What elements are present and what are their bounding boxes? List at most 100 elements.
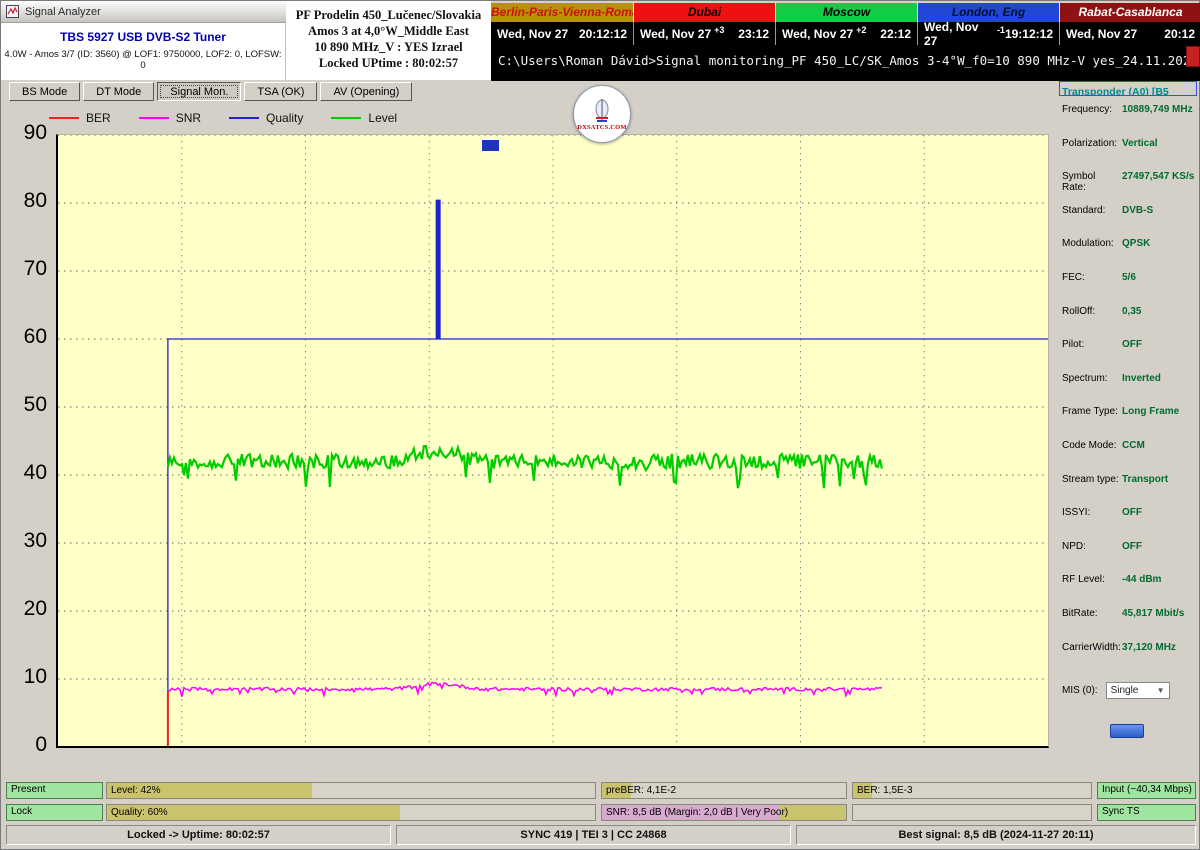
- transponder-row: Pilot: OFF: [1062, 339, 1142, 351]
- tab-bs-mode[interactable]: BS Mode: [9, 82, 81, 101]
- transponder-row: RollOff: 0,35: [1062, 305, 1142, 317]
- chevron-down-icon: ▼: [1156, 685, 1165, 695]
- legend-label: SNR: [175, 111, 202, 125]
- transponder-row: Stream type: Transport: [1062, 473, 1169, 485]
- y-axis: 90 80 70 60 50 40 30 20 10 0: [1, 121, 51, 759]
- level-bar-label: Level: 42%: [111, 785, 161, 796]
- preber-bar-label: preBER: 4,1E-2: [606, 785, 677, 796]
- transponder-rows: Frequency: 10889,749 MHz Polarization: Vert…: [1053, 101, 1200, 672]
- empty-bar: [852, 804, 1092, 821]
- y-axis-label: 30: [23, 529, 47, 552]
- tuner-name: TBS 5927 USB DVB-S2 Tuner: [60, 30, 226, 44]
- signal-chart: [56, 134, 1049, 748]
- y-axis-label: 80: [23, 189, 47, 212]
- clock-time-cell: Wed, Nov 27 20:12:12: [497, 26, 627, 41]
- snr-bar-label: SNR: 8,5 dB (Margin: 2,0 dB | Very Poor): [606, 807, 789, 818]
- signal-analyzer-window: { "window": { "title": "Signal Analyzer"…: [0, 0, 1200, 850]
- transponder-row: Frame Type: Long Frame: [1062, 406, 1180, 418]
- console-close-button[interactable]: [1186, 46, 1200, 67]
- transponder-row: Code Mode: CCM: [1062, 439, 1145, 451]
- legend-item-snr: SNR: [138, 111, 202, 125]
- world-clock-headers: Berlin-Paris-Vienna-Roma Dubai Moscow Londo…: [491, 3, 1200, 22]
- y-axis-label: 90: [23, 121, 47, 144]
- transponder-sidebar: Transponder (A0) [B5 Frequency: 10889,749…: [1053, 81, 1200, 776]
- transponder-row: Standard: DVB-S: [1062, 204, 1154, 216]
- site-line-2: Amos 3 at 4,0°W_Middle East: [308, 24, 469, 38]
- clock-time-cell: Wed, Nov 27 -1 19:12:12: [917, 20, 1059, 48]
- quality-line-swatch: [229, 117, 260, 119]
- tab-av-opening-[interactable]: AV (Opening): [320, 82, 413, 101]
- clock-city-header: Moscow: [775, 3, 917, 22]
- ber-bar: BER: 1,5E-3: [852, 782, 1092, 799]
- satellite-icon: [595, 98, 609, 122]
- statusbar-sync: SYNC 419 | TEI 3 | CC 24868: [396, 825, 791, 845]
- terminal-prompt[interactable]: C:\Users\Roman Dávid>Signal monitoring_P…: [491, 45, 1200, 81]
- transponder-row: BitRate: 45,817 Mbit/s: [1062, 607, 1185, 619]
- transponder-row: Polarization: Vertical: [1062, 137, 1158, 149]
- snr-line-swatch: [138, 117, 169, 119]
- ber-bar-label: BER: 1,5E-3: [857, 785, 913, 796]
- y-axis-label: 50: [23, 393, 47, 416]
- transponder-header[interactable]: Transponder (A0) [B5: [1059, 81, 1197, 96]
- site-line-3: 10 890 MHz_V : YES Izrael: [314, 40, 463, 54]
- legend-label: BER: [86, 111, 111, 125]
- legend-label: Level: [368, 111, 398, 125]
- legend-item-quality: Quality: [229, 111, 303, 125]
- chart-canvas: [58, 135, 1048, 746]
- clock-city-header: Dubai: [633, 3, 775, 22]
- ber-line-swatch: [49, 117, 79, 119]
- legend-label: Quality: [266, 111, 304, 125]
- sidebar-action-button[interactable]: [1110, 724, 1144, 739]
- snr-bar: SNR: 8,5 dB (Margin: 2,0 dB | Very Poor): [601, 804, 847, 821]
- lock-indicator: Lock: [6, 804, 103, 821]
- tab-signal-mon-[interactable]: Signal Mon.: [157, 82, 242, 101]
- site-line-1: PF Prodelin 450_Lučenec/Slovakia: [295, 8, 482, 22]
- y-axis-label: 60: [23, 325, 47, 348]
- quality-bar: Quality: 60%: [106, 804, 596, 821]
- dxsatcs-logo: DXSATCS.COM: [573, 85, 631, 143]
- clock-time-cell: Wed, Nov 27 20:12: [1059, 22, 1200, 45]
- y-axis-label: 70: [23, 257, 47, 280]
- transponder-row: Frequency: 10889,749 MHz: [1062, 104, 1193, 115]
- legend-item-ber: BER: [49, 111, 111, 125]
- window-title: Signal Analyzer: [25, 5, 101, 18]
- transponder-row: Spectrum: Inverted: [1062, 372, 1161, 384]
- logo-text: DXSATCS.COM: [577, 123, 627, 131]
- transponder-row: RF Level: -44 dBm: [1062, 574, 1162, 586]
- clock-time-cell: Wed, Nov 27 +3 23:12: [633, 22, 775, 45]
- input-indicator: Input (~40,34 Mbps): [1097, 782, 1196, 799]
- tuner-panel: TBS 5927 USB DVB-S2 Tuner 4.0W - Amos 3/…: [1, 23, 286, 80]
- statusbar-uptime: Locked -> Uptime: 80:02:57: [6, 825, 391, 845]
- mode-tabs: BS Mode DT Mode Signal Mon. TSA (OK) AV (Ope…: [9, 82, 413, 101]
- app-icon: [6, 5, 19, 18]
- y-axis-label: 0: [35, 733, 47, 756]
- syncts-indicator: Sync TS: [1097, 804, 1196, 821]
- preber-bar: preBER: 4,1E-2: [601, 782, 847, 799]
- console-panel: Wed, Nov 27 20:12:12 Wed, Nov 27 +3 23:12 Wed…: [491, 20, 1200, 81]
- world-clock-times: Wed, Nov 27 20:12:12 Wed, Nov 27 +3 23:12 Wed…: [491, 20, 1200, 48]
- legend-item-level: Level: [331, 111, 397, 125]
- transponder-row: Modulation: QPSK: [1062, 238, 1151, 250]
- y-axis-label: 10: [23, 665, 47, 688]
- transponder-row: NPD: OFF: [1062, 540, 1142, 552]
- snr-bar-fill2: [780, 805, 846, 820]
- transponder-row: ISSYI: OFF: [1062, 507, 1142, 519]
- site-panel: PF Prodelin 450_Lučenec/Slovakia Amos 3 …: [286, 1, 491, 80]
- mis-row: MIS (0): Single ▼: [1053, 678, 1200, 702]
- y-axis-label: 20: [23, 597, 47, 620]
- tuner-config: 4.0W - Amos 3/7 (ID: 3560) @ LOF1: 97500…: [4, 49, 282, 71]
- transponder-row: CarrierWidth: 37,120 MHz: [1062, 641, 1176, 653]
- clock-city-header: Rabat-Casablanca: [1059, 3, 1200, 22]
- mis-selected-value: Single: [1110, 684, 1139, 696]
- mis-label: MIS (0):: [1062, 684, 1098, 696]
- statusbar-best-signal: Best signal: 8,5 dB (2024-11-27 20:11): [796, 825, 1196, 845]
- tab-dt-mode[interactable]: DT Mode: [83, 82, 155, 101]
- tab-tsa-ok-[interactable]: TSA (OK): [244, 82, 318, 101]
- y-axis-label: 40: [23, 461, 47, 484]
- quality-bar-label: Quality: 60%: [111, 807, 168, 818]
- mis-select[interactable]: Single ▼: [1105, 681, 1170, 699]
- clock-time-cell: Wed, Nov 27 +2 22:12: [775, 22, 917, 45]
- level-bar: Level: 42%: [106, 782, 596, 799]
- level-line-swatch: [331, 117, 362, 119]
- site-line-4: Locked UPtime : 80:02:57: [318, 56, 459, 70]
